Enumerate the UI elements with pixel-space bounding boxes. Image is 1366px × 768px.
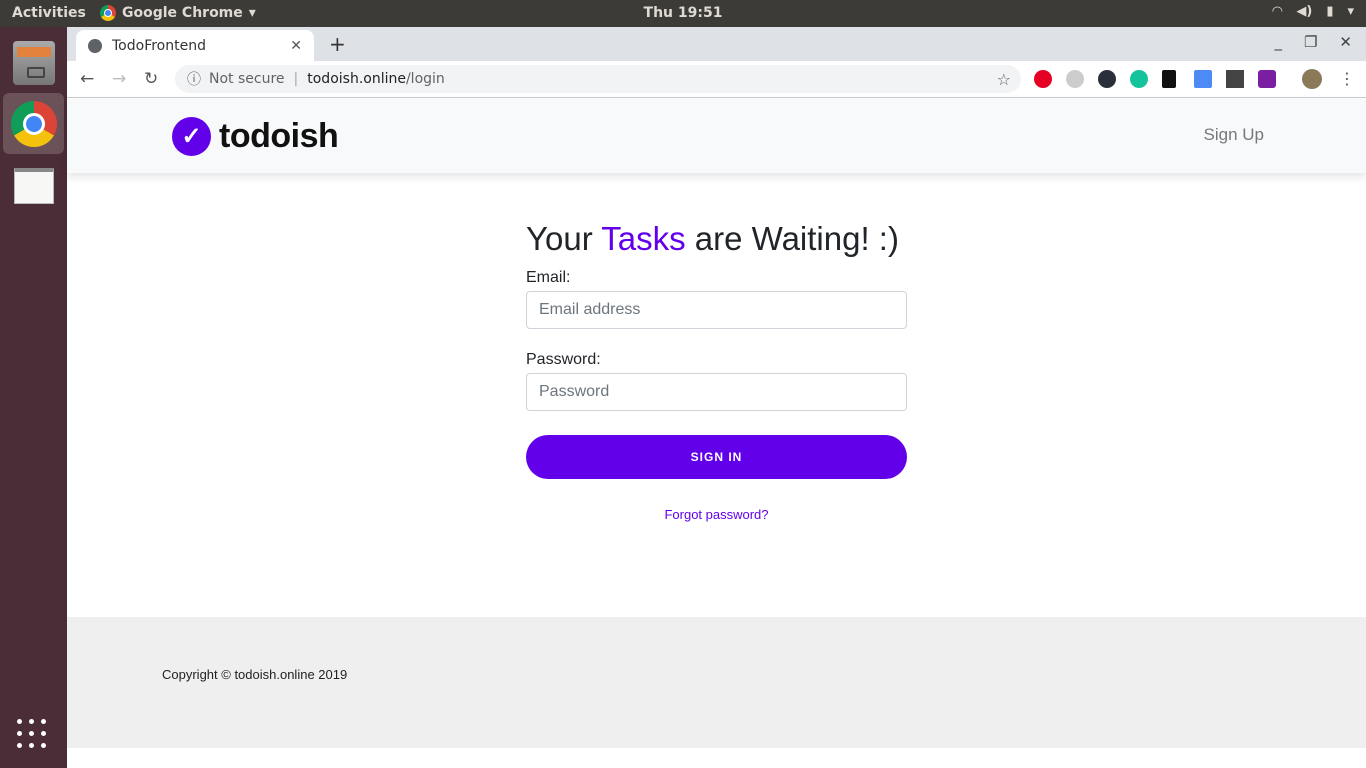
menu-dots-icon[interactable]: ⋮ xyxy=(1339,69,1355,88)
minimize-icon[interactable]: _ xyxy=(1274,33,1282,51)
k-extension-icon[interactable] xyxy=(1098,70,1116,88)
back-icon[interactable]: ← xyxy=(80,69,94,89)
chrome-icon xyxy=(100,5,116,21)
browser-toolbar: ← → ↻ ⓘ Not secure | todoish.online/logi… xyxy=(67,61,1366,98)
simplenote-extension-icon[interactable] xyxy=(1066,70,1084,88)
password-label: Password: xyxy=(526,351,601,368)
tab-todofrontend[interactable]: TodoFrontend ✕ xyxy=(76,30,314,61)
activities-button[interactable]: Activities xyxy=(12,5,86,21)
new-tab-button[interactable]: + xyxy=(329,32,346,56)
ed-extension-icon[interactable] xyxy=(1226,70,1244,88)
file-cabinet-icon xyxy=(12,40,55,85)
tab-title: TodoFrontend xyxy=(112,37,206,54)
pinterest-extension-icon[interactable] xyxy=(1034,70,1052,88)
app-name: Google Chrome xyxy=(122,5,243,21)
chrome-icon xyxy=(10,100,57,147)
address-bar[interactable]: ⓘ Not secure | todoish.online/login ☆ xyxy=(175,65,1021,93)
chevron-down-icon: ▾ xyxy=(1347,4,1354,19)
battery-icon: ▮ xyxy=(1326,4,1334,19)
checkmark-icon: ✓ xyxy=(172,117,211,156)
forward-icon[interactable]: → xyxy=(112,69,126,89)
show-apps-button[interactable] xyxy=(17,719,46,748)
google-translate-extension-icon[interactable] xyxy=(1194,70,1212,88)
brand-logo[interactable]: ✓ todoish xyxy=(172,117,339,156)
reload-icon[interactable]: ↻ xyxy=(144,69,158,89)
sign-in-button[interactable]: SIGN IN xyxy=(526,435,907,479)
site-header: ✓ todoish Sign Up xyxy=(67,99,1366,173)
dock-text-editor[interactable] xyxy=(3,155,64,216)
globe-icon xyxy=(88,38,102,53)
chevron-down-icon: ▾ xyxy=(248,5,256,21)
app-menu[interactable]: Google Chrome ▾ xyxy=(100,5,256,21)
web-page: ✓ todoish Sign Up Your Tasks are Waiting!… xyxy=(67,99,1366,768)
tab-strip: TodoFrontend ✕ + _ ❐ ✕ xyxy=(67,27,1366,61)
clock[interactable]: Thu 19:51 xyxy=(644,5,723,21)
volume-icon: ◀) xyxy=(1296,4,1313,19)
sign-up-link[interactable]: Sign Up xyxy=(1204,125,1264,145)
email-input[interactable] xyxy=(526,291,907,329)
info-icon[interactable]: ⓘ xyxy=(187,69,201,89)
security-label: Not secure xyxy=(209,71,285,87)
restore-icon[interactable]: ❐ xyxy=(1304,33,1317,51)
notepad-icon xyxy=(13,167,54,204)
page-title: Your Tasks are Waiting! :) xyxy=(526,220,899,257)
close-tab-icon[interactable]: ✕ xyxy=(290,38,302,54)
copyright: Copyright © todoish.online 2019 xyxy=(162,667,348,682)
grammarly-extension-icon[interactable] xyxy=(1130,70,1148,88)
system-tray[interactable]: ◠ ◀) ▮ ▾ xyxy=(1272,4,1354,19)
ninja-extension-icon[interactable] xyxy=(1162,70,1176,88)
wifi-icon: ◠ xyxy=(1272,4,1283,19)
url-host: todoish.online xyxy=(307,71,406,87)
purple-cube-extension-icon[interactable] xyxy=(1258,70,1276,88)
forgot-password-link[interactable]: Forgot password? xyxy=(526,507,907,522)
dock-files[interactable] xyxy=(3,32,64,93)
brand-name: todoish xyxy=(219,117,339,155)
bookmark-star-icon[interactable]: ☆ xyxy=(997,70,1011,89)
footer: Copyright © todoish.online 2019 xyxy=(67,617,1366,748)
url-path: /login xyxy=(405,71,445,87)
dock xyxy=(0,27,67,768)
close-window-icon[interactable]: ✕ xyxy=(1339,33,1352,51)
dock-chrome[interactable] xyxy=(3,93,64,154)
profile-avatar[interactable] xyxy=(1302,69,1322,89)
email-label: Email: xyxy=(526,269,571,286)
password-input[interactable] xyxy=(526,373,907,411)
login-form: Your Tasks are Waiting! :) Email: Passwo… xyxy=(526,221,907,522)
system-top-bar: Activities Google Chrome ▾ Thu 19:51 ◠ ◀) ▮… xyxy=(0,0,1366,27)
